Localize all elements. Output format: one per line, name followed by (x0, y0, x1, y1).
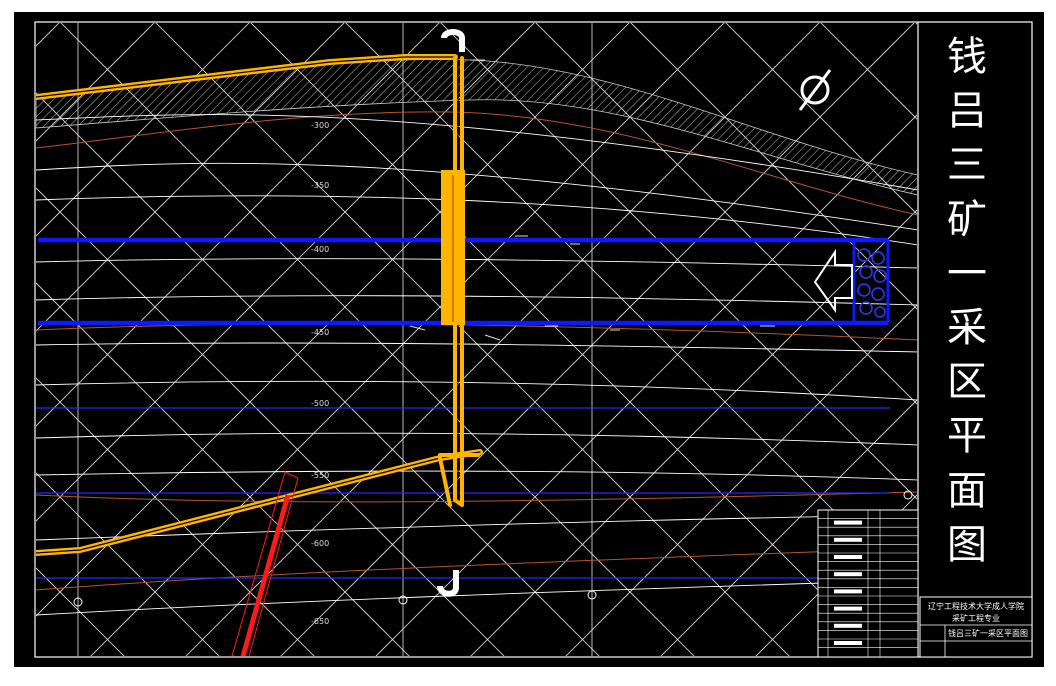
major-name: 采矿工程专业 (952, 613, 1000, 623)
title-char: 采 (947, 304, 987, 351)
title-char: 钱 (947, 34, 987, 80)
school-name: 辽宁工程技术大学成人学院 (928, 601, 1024, 611)
title-char: 面 (947, 467, 987, 514)
contour-label: -550 (311, 471, 329, 480)
contour-label: -400 (311, 245, 329, 254)
contour-label: -350 (311, 181, 329, 190)
drawing-title: 钱 吕 三 矿 一 采 区 平 面 图 (922, 30, 1012, 572)
contour-label: -500 (311, 399, 329, 408)
title-char: 图 (947, 521, 987, 568)
mining-plan-svg: -300 -350 -400 -450 -500 -550 -600 -650 (0, 0, 1056, 682)
title-char: 三 (947, 142, 987, 189)
contour-label: -450 (311, 328, 329, 337)
drawing-name: 钱吕三矿一采区平面图 (948, 628, 1028, 638)
contour-label: -650 (311, 617, 329, 626)
title-char: 一 (947, 250, 987, 297)
title-char: 矿 (947, 196, 987, 243)
title-char: 吕 (947, 88, 987, 135)
contour-label: -300 (311, 121, 329, 130)
contour-label: -600 (311, 539, 329, 548)
title-char: 平 (947, 413, 987, 460)
cad-drawing: -300 -350 -400 -450 -500 -550 -600 -650 (0, 0, 1056, 682)
title-char: 区 (947, 359, 987, 406)
